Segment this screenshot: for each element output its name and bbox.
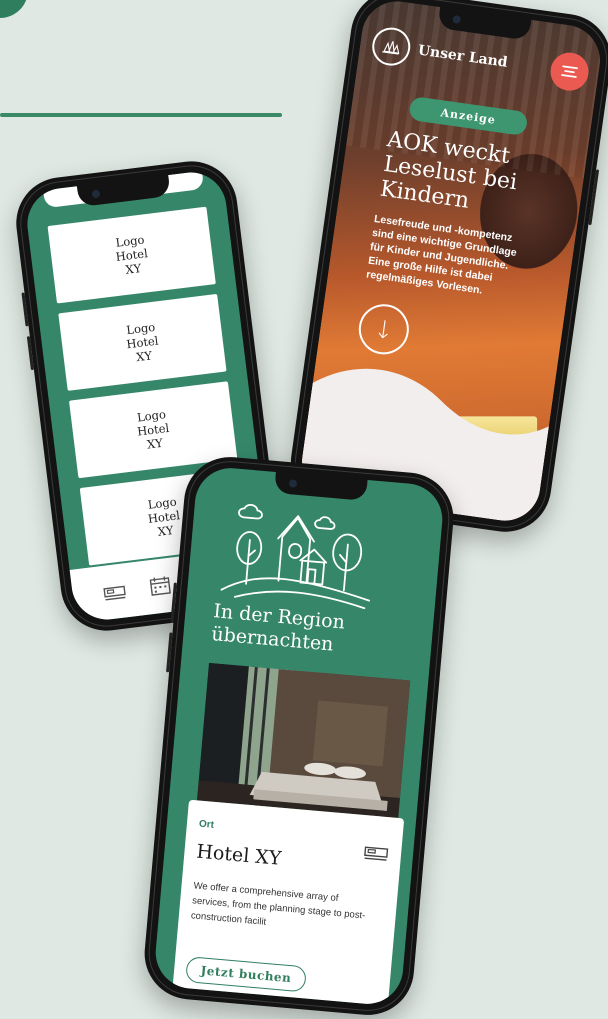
hotel-logo-card[interactable]: Logo Hotel XY: [58, 294, 226, 391]
corner-decoration: [0, 0, 28, 18]
phone-side-button: [21, 292, 28, 326]
hotel-logo-card[interactable]: Logo Hotel XY: [48, 207, 216, 304]
village-illustration: [215, 498, 383, 612]
bed-icon: [362, 841, 390, 863]
trees-icon: [379, 34, 404, 59]
card-location-label: Ort: [198, 819, 214, 831]
phone-region: In der Region übernachten Ort: [141, 453, 457, 1018]
bed-icon[interactable]: [101, 580, 127, 603]
phone-side-button: [588, 169, 599, 225]
menu-button[interactable]: [548, 50, 591, 93]
hotel-room-photo: [197, 663, 410, 818]
brand-name: Unser Land: [417, 42, 509, 70]
brand-logo[interactable]: [370, 25, 413, 68]
book-now-button[interactable]: Jetzt buchen: [185, 956, 307, 992]
card-title: Hotel XY: [196, 841, 283, 870]
bedroom-image: [197, 663, 410, 818]
arrow-down-icon: [375, 316, 392, 342]
article-lead: Lesefreude und -kompetenz sind eine wich…: [365, 212, 573, 309]
hotel-logo-label: Logo Hotel XY: [124, 320, 161, 366]
menu-icon: [560, 63, 580, 79]
region-heading: In der Region übernachten: [211, 600, 414, 663]
phone-screen: Unser Land Anzeige AOK weckt Leselust be…: [297, 0, 604, 525]
phone-side-button: [27, 336, 34, 370]
phone-side-button: [166, 632, 172, 672]
hotel-logo-label: Logo Hotel XY: [135, 407, 172, 453]
calendar-icon[interactable]: [147, 575, 173, 598]
hotel-card[interactable]: Ort Hotel XY We offer a comprehensive ar…: [172, 800, 405, 1007]
card-description: We offer a comprehensive array of servic…: [190, 878, 373, 939]
decorative-line: [0, 113, 282, 117]
hotel-logo-label: Logo Hotel XY: [145, 494, 182, 540]
phone-article: Unser Land Anzeige AOK weckt Leselust be…: [285, 0, 608, 538]
phone-screen: In der Region übernachten Ort: [153, 465, 446, 1007]
hotel-logo-label: Logo Hotel XY: [113, 232, 150, 278]
